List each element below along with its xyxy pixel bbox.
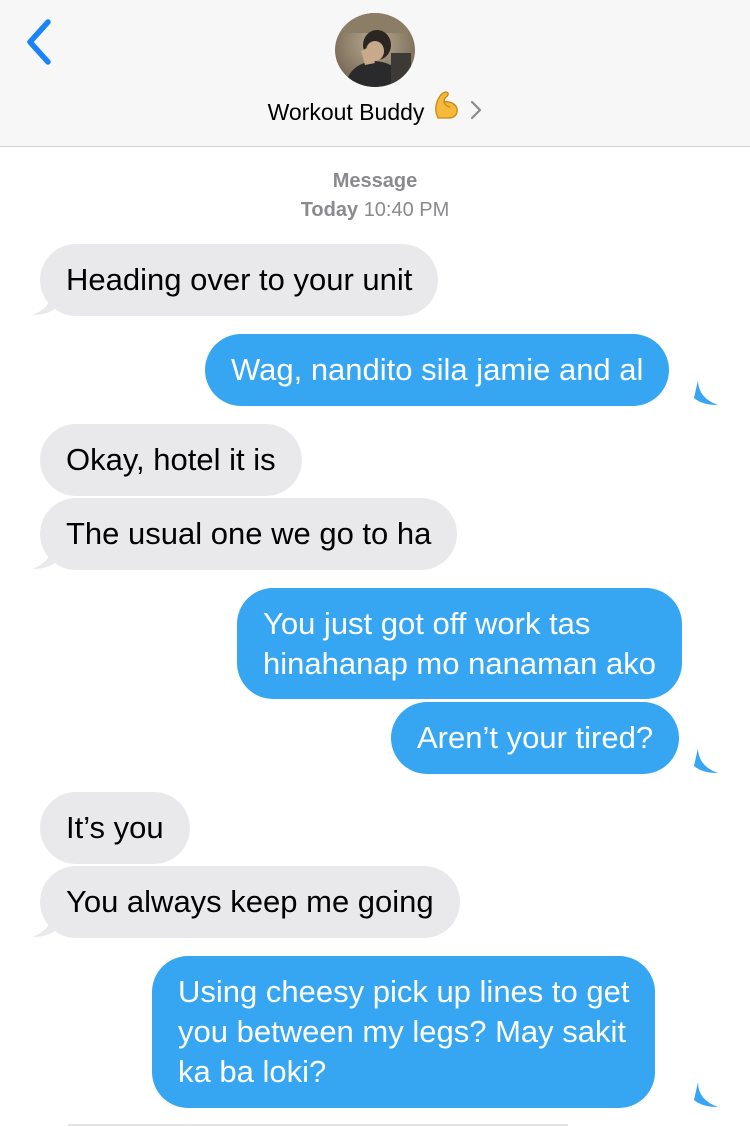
composer-divider (68, 1124, 568, 1126)
date-label: Today (300, 199, 359, 221)
avatar[interactable] (335, 13, 415, 87)
bubble-tail (32, 544, 56, 569)
message-bubble-incoming[interactable]: It’s you (40, 792, 190, 864)
message-text: You always keep me going (66, 884, 434, 919)
message-bubble-incoming[interactable]: Heading over to your unit (40, 244, 439, 316)
bubble-tail (32, 290, 56, 315)
flexed-biceps-icon (432, 90, 460, 132)
message-text-line: ka ba loki? (178, 1054, 327, 1089)
message-bubble-outgoing[interactable]: Using cheesy pick up lines to get you be… (152, 956, 656, 1108)
conversation-header: Workout Buddy (0, 0, 750, 147)
message-bubble-incoming[interactable]: You always keep me going (40, 866, 460, 938)
chevron-left-icon (27, 19, 51, 65)
message-text-line: hinahanap mo nanaman ako (263, 646, 656, 681)
message-text: Wag, nandito sila jamie and al (231, 352, 644, 387)
message-bubble-outgoing[interactable]: You just got off work tas hinahanap mo n… (237, 588, 682, 699)
message-bubble-outgoing[interactable]: Aren’t your tired? (391, 702, 680, 774)
time-label: 10:40 PM (363, 199, 450, 221)
chevron-right-icon (470, 92, 482, 132)
contact-name-button[interactable]: Workout Buddy (0, 90, 750, 132)
bubble-tail (694, 1082, 718, 1107)
service-label: Message (332, 170, 418, 192)
contact-photo (335, 13, 415, 87)
message-text: The usual one we go to ha (66, 516, 432, 551)
message-text-line: you between my legs? May sakit (178, 1014, 626, 1049)
message-text: Aren’t your tired? (417, 720, 654, 755)
contact-name: Workout Buddy (267, 99, 425, 125)
message-text: It’s you (66, 810, 164, 845)
message-bubble-outgoing[interactable]: Wag, nandito sila jamie and al (205, 334, 670, 406)
message-text-line: Using cheesy pick up lines to get (178, 974, 630, 1009)
messages-screen: Workout Buddy Message Today 10:40 PM Hea… (0, 0, 750, 1127)
message-text: Heading over to your unit (66, 262, 413, 297)
message-text-line: You just got off work tas (263, 606, 591, 641)
bubble-tail (694, 748, 718, 773)
timestamp: Today 10:40 PM (0, 199, 750, 222)
bubble-tail (32, 912, 56, 937)
bubble-tail (694, 380, 718, 405)
message-bubble-incoming[interactable]: Okay, hotel it is (40, 424, 302, 496)
message-text: Okay, hotel it is (66, 442, 276, 477)
back-button[interactable] (22, 16, 58, 68)
message-bubble-incoming[interactable]: The usual one we go to ha (40, 498, 458, 570)
